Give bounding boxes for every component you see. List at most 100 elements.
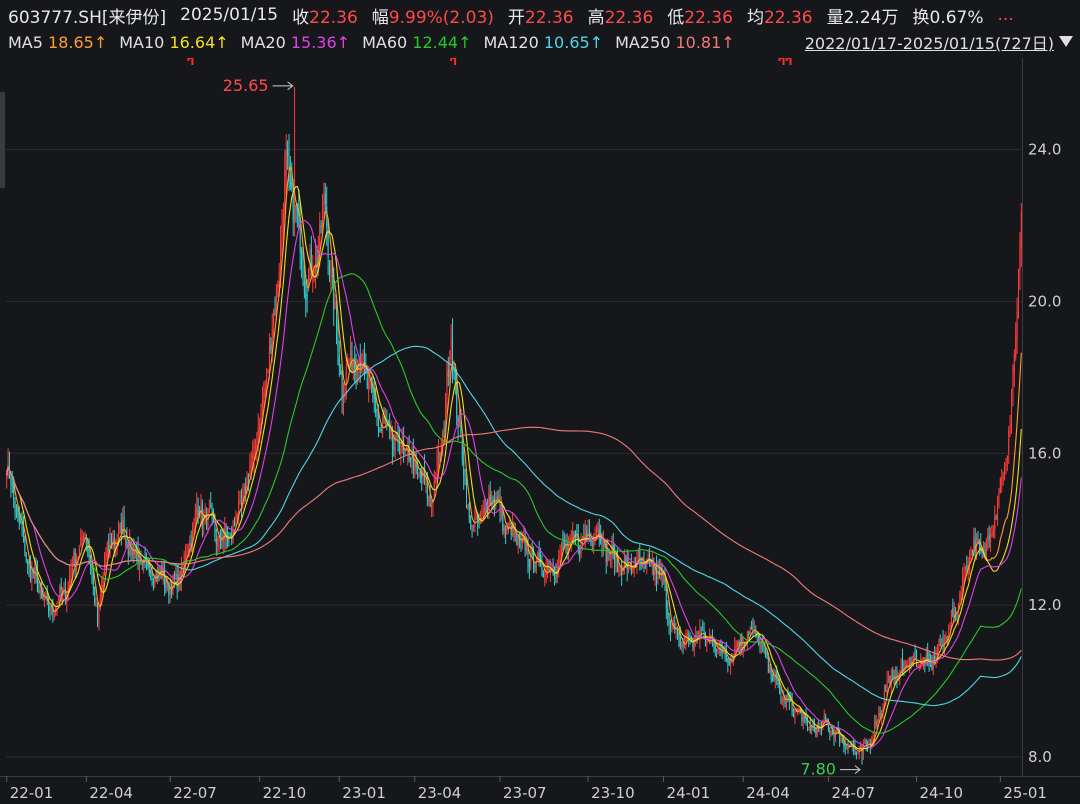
candle-body (997, 505, 999, 521)
event-flag-icon[interactable] (450, 58, 457, 65)
candle-body (235, 519, 237, 521)
candle-body (217, 537, 219, 548)
candle-body (232, 522, 234, 534)
candle-body (639, 550, 641, 560)
candle-body (450, 338, 452, 360)
candle-body (164, 569, 166, 588)
candle-body (69, 576, 71, 587)
candle-body (908, 659, 910, 666)
candle-body (428, 496, 430, 501)
candle-body (970, 549, 972, 551)
event-flag-icon[interactable] (187, 58, 194, 65)
candle-body (971, 549, 973, 553)
candle-body (686, 633, 688, 636)
candle-body (28, 562, 30, 569)
candle-body (823, 715, 825, 718)
candle-body (685, 637, 687, 642)
ma-legend-item[interactable]: MA20 15.36↑ (241, 33, 350, 52)
ma-legend-item[interactable]: MA5 18.65↑ (8, 33, 107, 52)
candle-body (268, 347, 270, 373)
candle-body (305, 292, 307, 301)
candle-body (618, 566, 620, 573)
candle-body (688, 636, 690, 638)
ma-legend-item[interactable]: MA250 10.81↑ (615, 33, 735, 52)
candle-body (988, 534, 990, 540)
candle-body (197, 509, 199, 515)
candle-body (945, 636, 947, 640)
candle-body (186, 551, 188, 555)
ma-legend-item[interactable]: MA60 12.44↑ (362, 33, 471, 52)
candle-body (601, 544, 603, 549)
candle-body (468, 503, 470, 520)
candle-body (759, 639, 761, 648)
candle-body (1020, 211, 1022, 248)
candle-body (597, 525, 599, 533)
candle-body (1006, 455, 1008, 460)
ma-legend-value: 10.65↑ (543, 32, 604, 52)
candle-body (537, 552, 539, 562)
stock-symbol[interactable]: 603777.SH[来伊份] (8, 3, 166, 28)
candle-body (196, 505, 198, 514)
candle-body (717, 649, 719, 651)
ma-line-ma10 (6, 186, 1022, 750)
x-tick-label: 22-04 (89, 784, 133, 802)
candle-body (63, 587, 65, 591)
candle-body (830, 732, 832, 735)
candle-body (53, 615, 55, 617)
quote-field-label: 均 (746, 7, 764, 28)
dropdown-triangle-icon[interactable] (1058, 32, 1074, 50)
candle-body (619, 569, 621, 571)
candle-body (302, 266, 304, 281)
candle-body (215, 538, 217, 545)
candle-body (517, 539, 519, 545)
candle-body (475, 512, 477, 514)
ma-line-ma20 (6, 219, 1022, 748)
candle-body (749, 627, 751, 634)
candle-body (591, 544, 593, 546)
ma-legend-item[interactable]: MA120 10.65↑ (484, 33, 604, 52)
ma-legend-label: MA5 (8, 32, 49, 52)
ma-legend-label: MA120 (483, 32, 544, 52)
ma-legend-item[interactable]: MA10 16.64↑ (119, 33, 228, 52)
quote-field: 低22.36 (667, 3, 733, 28)
event-flag-icon[interactable] (785, 58, 792, 65)
candle-body (291, 182, 293, 189)
candle-body (949, 624, 951, 630)
x-tick-label: 24-07 (831, 784, 875, 802)
x-tick-label: 23-07 (503, 784, 547, 802)
candle-body (885, 689, 887, 691)
candle-body (446, 373, 448, 413)
candle-body (555, 575, 557, 577)
more-fields-indicator[interactable]: ... (997, 5, 1013, 25)
ma-line-ma5 (6, 164, 1022, 753)
candle-body (273, 311, 275, 326)
candle-body (607, 550, 609, 562)
quote-field-label: 幅 (371, 7, 389, 28)
kline-chart[interactable]: 8.0 12.0 16.0 20.0 24.0 22-01 22-04 22-07 22-10… (0, 58, 1080, 804)
candle-body (394, 435, 396, 451)
candle-body (767, 657, 769, 673)
event-flag-icon[interactable] (778, 58, 785, 65)
candle-body (327, 230, 329, 258)
candle-body (294, 201, 296, 221)
candle-body (465, 480, 467, 508)
candle-body (257, 428, 259, 441)
candle-body (467, 504, 469, 510)
candle-body (267, 371, 269, 373)
candle-body (534, 566, 536, 568)
candle-body (57, 599, 59, 601)
y-axis: 8.0 12.0 16.0 20.0 24.0 (1028, 141, 1061, 766)
x-tick-label: 24-01 (667, 784, 711, 802)
candle-body (492, 496, 494, 502)
date-range[interactable]: 2022/01/17-2025/01/15(727日) (805, 30, 1054, 54)
candle-body (73, 552, 75, 567)
candle-body (418, 473, 420, 478)
candle-body (488, 496, 490, 507)
candle-body (397, 435, 399, 444)
candle-body (841, 739, 843, 742)
candle-body (939, 644, 941, 647)
candle-body (654, 569, 656, 576)
candle-body (274, 307, 276, 313)
ma-legend-value: 10.81↑ (675, 32, 735, 52)
candle-body (15, 508, 17, 512)
